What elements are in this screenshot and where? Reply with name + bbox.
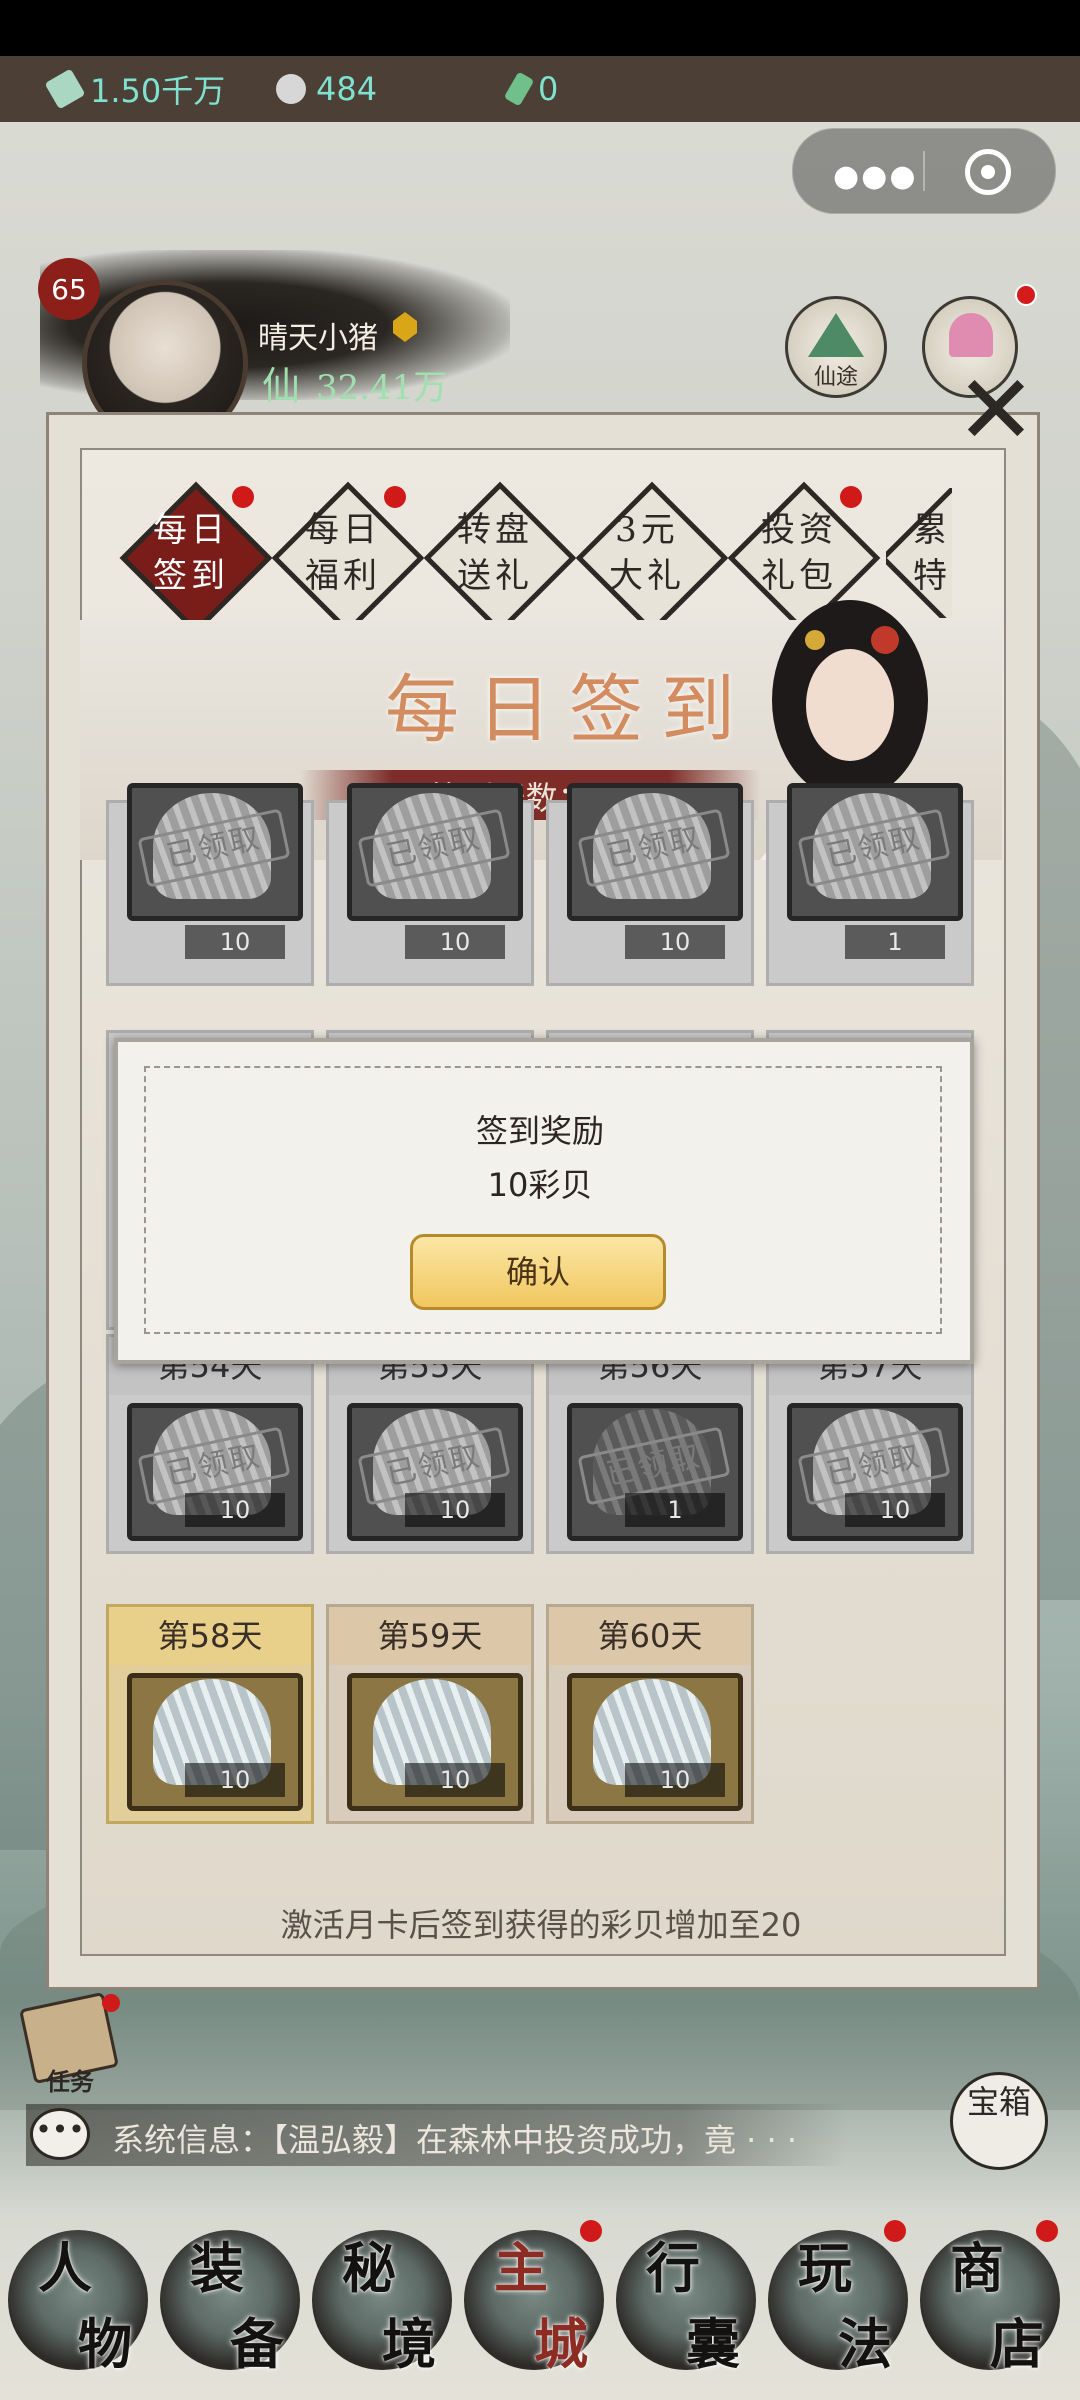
xiantu-label: 仙途 xyxy=(813,365,858,390)
power-value: 32.41万 xyxy=(316,368,448,408)
nav-label-1: 秘 xyxy=(342,2236,396,2300)
day-label: 第59天 xyxy=(329,1607,531,1665)
nav-label-2: 备 xyxy=(230,2312,284,2376)
tab-daily-signin[interactable]: 每日 签到 xyxy=(119,481,273,635)
nav-label-2: 法 xyxy=(838,2312,892,2376)
treasure-button[interactable]: 宝箱 xyxy=(950,2072,1048,2170)
dialog-reward-value: 10彩贝 xyxy=(487,1166,593,1204)
tab-label: 每日 福利 xyxy=(305,510,381,596)
day-cell[interactable]: 第55天 已领取 10 xyxy=(326,1334,534,1554)
nav-label-2: 城 xyxy=(534,2312,588,2376)
reward-qty: 10 xyxy=(185,1493,285,1527)
day-cell[interactable]: 第56天 已领取 1 xyxy=(546,1334,754,1554)
chat-icon[interactable]: ••• xyxy=(30,2108,90,2160)
tab-label: 每日 签到 xyxy=(153,510,229,596)
day-cell[interactable]: 已领取 10 xyxy=(106,783,314,986)
banner-title: 每日签到 xyxy=(385,667,753,753)
resource-ticket: 0 xyxy=(503,56,559,122)
day-cell[interactable]: 第60天 10 xyxy=(546,1604,754,1824)
task-label: 任务 xyxy=(46,2067,94,2096)
tab-wheel-gift[interactable]: 转盘 送礼 xyxy=(423,481,577,635)
activity-notification-dot xyxy=(1015,284,1037,306)
nav-bag[interactable]: 行囊 xyxy=(610,2220,760,2390)
dialog-title: 签到奖励 xyxy=(475,1112,604,1150)
day-cell[interactable]: 已领取 10 xyxy=(326,783,534,986)
day-cell[interactable]: 第57天 已领取 10 xyxy=(766,1334,974,1554)
nav-label-1: 行 xyxy=(646,2236,700,2300)
day-label: 第60天 xyxy=(549,1607,751,1665)
tab-notification-dot xyxy=(384,486,406,508)
tab-label: 转盘 送礼 xyxy=(457,510,533,596)
close-icon[interactable]: ✕ xyxy=(946,360,1046,460)
nav-label-1: 装 xyxy=(190,2236,244,2300)
tab-label: 3元 大礼 xyxy=(609,510,685,596)
nav-label-1: 人 xyxy=(38,2236,92,2300)
nav-secret-realm[interactable]: 秘境 xyxy=(306,2220,456,2390)
nav-notification-dot xyxy=(1036,2220,1058,2242)
nav-gameplay[interactable]: 玩法 xyxy=(762,2220,912,2390)
reward-qty: 1 xyxy=(845,925,945,959)
reward-qty: 10 xyxy=(845,1493,945,1527)
confirm-button[interactable]: 确认 xyxy=(410,1234,666,1310)
tab-label: 累计 特惠 xyxy=(913,510,952,596)
reward-qty: 10 xyxy=(625,925,725,959)
nav-notification-dot xyxy=(884,2220,906,2242)
nav-character[interactable]: 人物 xyxy=(2,2220,152,2390)
day-cell[interactable]: 第59天 10 xyxy=(326,1604,534,1824)
day-label: 第58天 xyxy=(109,1607,311,1665)
tab-notification-dot xyxy=(840,486,862,508)
tab-3yuan-gift[interactable]: 3元 大礼 xyxy=(575,481,729,635)
lotus-icon xyxy=(949,313,993,357)
resource-silver-value: 484 xyxy=(316,70,378,108)
reward-qty: 1 xyxy=(625,1493,725,1527)
reward-qty: 10 xyxy=(405,1493,505,1527)
nav-notification-dot xyxy=(580,2220,602,2242)
nav-label-2: 店 xyxy=(990,2312,1044,2376)
close-miniprogram-icon[interactable] xyxy=(965,149,1011,195)
day-cell[interactable]: 已领取 1 xyxy=(766,783,974,986)
resource-jade-value: 1.50千万 xyxy=(90,72,226,110)
silver-icon xyxy=(276,74,306,104)
tab-daily-welfare[interactable]: 每日 福利 xyxy=(271,481,425,635)
nav-main-city[interactable]: 主城 xyxy=(458,2220,608,2390)
power-prefix: 仙 xyxy=(262,364,301,408)
monthcard-hint: 激活月卡后签到获得的彩贝增加至20 xyxy=(280,1906,802,1944)
reward-qty: 10 xyxy=(405,1763,505,1797)
nav-label-1: 商 xyxy=(950,2236,1004,2300)
day-cell-today[interactable]: 第58天 10 xyxy=(106,1604,314,1824)
task-notification-dot xyxy=(102,1994,120,2012)
nav-label-2: 囊 xyxy=(686,2312,740,2376)
more-icon[interactable]: ●●● xyxy=(833,159,918,194)
nav-label-2: 物 xyxy=(78,2312,132,2376)
system-message: 系统信息：【温弘毅】在森林中投资成功，竟 · · · xyxy=(112,2121,798,2159)
mountain-icon xyxy=(808,313,864,357)
status-bar xyxy=(0,0,1080,56)
player-power: 仙 32.41万 xyxy=(262,355,447,410)
reward-qty: 10 xyxy=(185,925,285,959)
nav-equipment[interactable]: 装备 xyxy=(154,2220,304,2390)
resource-jade: 1.50千万 xyxy=(44,56,226,122)
miniprogram-capsule: ●●● xyxy=(792,128,1056,214)
player-level-badge: 65 xyxy=(38,258,100,320)
nav-label-1: 主 xyxy=(494,2236,548,2300)
tab-label: 投资 礼包 xyxy=(761,510,837,596)
day-cell[interactable]: 已领取 10 xyxy=(546,783,754,986)
nav-label-1: 玩 xyxy=(798,2236,852,2300)
nav-label-2: 境 xyxy=(382,2312,436,2376)
reward-qty: 10 xyxy=(185,1763,285,1797)
reward-qty: 10 xyxy=(625,1763,725,1797)
treasure-label: 宝箱 xyxy=(966,2083,1031,2121)
jade-icon xyxy=(44,68,86,110)
resource-ticket-value: 0 xyxy=(538,70,559,108)
reward-qty: 10 xyxy=(405,925,505,959)
task-button[interactable]: 任务 xyxy=(19,1991,128,2100)
resource-silver: 484 xyxy=(276,56,377,122)
day-cell[interactable]: 第54天 已领取 10 xyxy=(106,1334,314,1554)
tab-notification-dot xyxy=(232,486,254,508)
xiantu-button[interactable]: 仙途 xyxy=(785,296,887,398)
nav-shop[interactable]: 商店 xyxy=(914,2220,1064,2390)
player-name: 晴天小猪 xyxy=(258,321,378,356)
